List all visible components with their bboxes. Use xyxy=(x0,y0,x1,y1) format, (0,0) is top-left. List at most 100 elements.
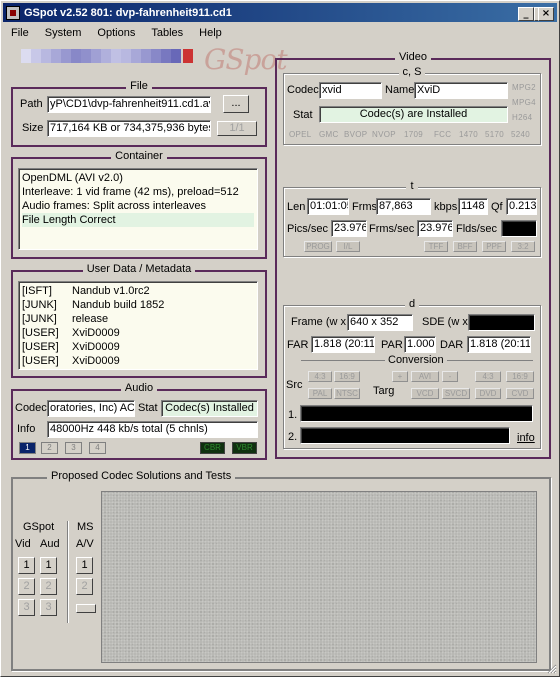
audio-stream-tab-4[interactable]: 4 xyxy=(89,442,106,454)
targ-plus[interactable]: + xyxy=(392,371,408,382)
src-4-3[interactable]: 4:3 xyxy=(308,371,332,382)
pics-sec-field: 23.976 xyxy=(331,220,367,237)
src-pal[interactable]: PAL xyxy=(308,388,332,399)
cs-legend: c, S xyxy=(398,66,426,78)
resize-grip-icon[interactable] xyxy=(545,662,557,674)
path-field[interactable]: yP\CD1\dvp-fahrenheit911.cd1.avi xyxy=(47,96,211,113)
palette-swatch[interactable] xyxy=(161,49,171,63)
d-legend: d xyxy=(404,298,420,310)
palette-swatch[interactable] xyxy=(151,49,161,63)
list-item: Interleave: 1 vid frame (42 ms), preload… xyxy=(22,186,239,198)
gspot-vid-1-button[interactable]: 1 xyxy=(18,557,35,574)
app-icon[interactable] xyxy=(6,5,20,20)
pics-sec-label: Pics/sec xyxy=(287,223,328,235)
path-label: Path xyxy=(20,98,43,110)
src-16-9[interactable]: 16:9 xyxy=(334,371,360,382)
conversion-line-2 xyxy=(300,427,510,444)
video-stat-label: Stat xyxy=(293,109,313,121)
par-label: PAR xyxy=(381,339,403,351)
qf-label: Qf xyxy=(491,201,503,213)
audio-stream-tab-2[interactable]: 2 xyxy=(41,442,58,454)
gspot-col-label: GSpot xyxy=(23,521,55,533)
palette-swatch[interactable] xyxy=(101,49,111,63)
audio-legend: Audio xyxy=(120,382,158,394)
targ-vcd[interactable]: VCD xyxy=(411,388,439,399)
palette-swatch[interactable] xyxy=(91,49,101,63)
audio-info-label: Info xyxy=(17,423,36,435)
palette-swatch[interactable] xyxy=(131,49,141,63)
targ-svcd[interactable]: SVCD xyxy=(442,388,470,399)
sde-label: SDE (w x xyxy=(422,316,468,328)
palette-swatch[interactable] xyxy=(31,49,41,63)
menu-file[interactable]: File xyxy=(3,27,37,39)
targ-4-3[interactable]: 4:3 xyxy=(475,371,501,382)
menu-options[interactable]: Options xyxy=(89,27,143,39)
metadata-list[interactable]: [ISFT] Nandub v1.0rc2 [JUNK] Nandub build 1… xyxy=(18,281,258,370)
targ-dvd[interactable]: DVD xyxy=(475,388,501,399)
close-button[interactable]: × xyxy=(538,7,554,21)
audio-stream-tab-3[interactable]: 3 xyxy=(65,442,82,454)
audio-info-field: 48000Hz 448 kb/s total (5 chnls) xyxy=(47,421,258,438)
frame-field: 640 x 352 xyxy=(347,314,413,331)
gspot-vid-2-button[interactable]: 2 xyxy=(18,578,35,595)
color-palette[interactable] xyxy=(21,49,193,63)
video-flag-tag: 1709 xyxy=(404,130,423,139)
audio-stream-tab-1[interactable]: 1 xyxy=(19,442,36,454)
targ-avi[interactable]: AVI xyxy=(411,371,439,382)
gspot-aud-2-button[interactable]: 2 xyxy=(40,578,57,595)
metadata-value: Nandub build 1852 xyxy=(72,299,165,311)
targ-16-9[interactable]: 16:9 xyxy=(506,371,534,382)
palette-swatch[interactable] xyxy=(71,49,81,63)
audio-stat-field: Codec(s) Installed xyxy=(161,400,258,417)
palette-swatch[interactable] xyxy=(51,49,61,63)
info-link[interactable]: info xyxy=(517,432,535,444)
palette-swatch[interactable] xyxy=(183,49,193,63)
line1-label: 1. xyxy=(288,409,298,421)
menu-bar: File System Options Tables Help xyxy=(3,23,557,42)
menu-system[interactable]: System xyxy=(37,27,90,39)
video-flag-tag: FCC xyxy=(434,130,452,139)
ms-av-1-button[interactable]: 1 xyxy=(76,557,93,574)
gspot-aud-1-button[interactable]: 1 xyxy=(40,557,57,574)
frms-sec-label: Frms/sec xyxy=(369,223,415,235)
audio-codec-field: oratories, Inc) AC3 xyxy=(47,400,135,417)
menu-tables[interactable]: Tables xyxy=(143,27,191,39)
palette-swatch[interactable] xyxy=(171,49,181,63)
video-stat-field: Codec(s) are Installed xyxy=(319,106,508,123)
par-field: 1.000 xyxy=(404,336,436,353)
container-list[interactable]: OpenDML (AVI v2.0) Interleave: 1 vid fra… xyxy=(18,168,258,250)
video-flag-tag: OPEL xyxy=(289,130,312,139)
kbps-field: 1148 xyxy=(458,198,488,215)
metadata-value: XviD0009 xyxy=(72,355,120,367)
minimize-button[interactable]: _ xyxy=(518,7,534,21)
bff-tag: BFF xyxy=(453,241,477,252)
menu-help[interactable]: Help xyxy=(191,27,230,39)
window-title: GSpot v2.52 801: dvp-fahrenheit911.cd1 xyxy=(24,6,232,19)
palette-swatch[interactable] xyxy=(111,49,121,63)
palette-swatch[interactable] xyxy=(121,49,131,63)
metadata-value: XviD0009 xyxy=(72,341,120,353)
ms-av-2-button[interactable]: 2 xyxy=(76,578,93,595)
av-label: A/V xyxy=(76,538,94,550)
palette-swatch[interactable] xyxy=(21,49,31,63)
targ-cvd[interactable]: CVD xyxy=(506,388,534,399)
line2-label: 2. xyxy=(288,431,298,443)
src-ntsc[interactable]: NTSC xyxy=(334,388,360,399)
ms-av-extra-button[interactable] xyxy=(76,604,96,613)
metadata-row: [USER] XviD0009 xyxy=(22,354,254,368)
gspot-vid-3-button[interactable]: 3 xyxy=(18,599,35,616)
video-flag-tag: NVOP xyxy=(372,130,396,139)
palette-swatch[interactable] xyxy=(141,49,151,63)
container-legend: Container xyxy=(111,150,167,162)
tff-tag: TFF xyxy=(424,241,448,252)
kbps-label: kbps xyxy=(434,201,458,213)
palette-swatch[interactable] xyxy=(81,49,91,63)
palette-swatch[interactable] xyxy=(41,49,51,63)
browse-button[interactable]: ... xyxy=(223,95,249,113)
h264-tag: H264 xyxy=(512,113,533,122)
palette-swatch[interactable] xyxy=(61,49,71,63)
dar-field: 1.818 (20:11) xyxy=(467,336,531,353)
targ-minus[interactable]: - xyxy=(442,371,458,382)
flds-sec-label: Flds/sec xyxy=(456,223,497,235)
gspot-aud-3-button[interactable]: 3 xyxy=(40,599,57,616)
